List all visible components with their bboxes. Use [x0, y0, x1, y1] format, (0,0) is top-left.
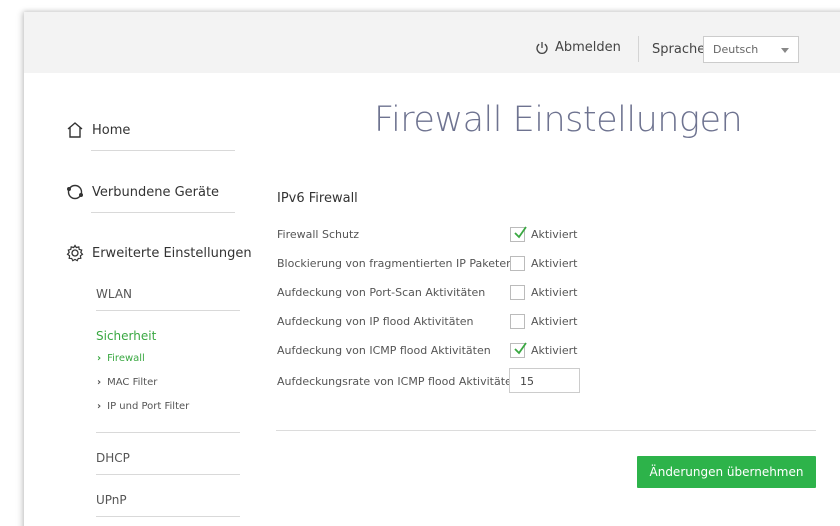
- sidebar-item-label: Home: [92, 122, 131, 138]
- section-title: IPv6 Firewall: [277, 191, 358, 206]
- setting-label: Aufdeckung von IP flood Aktivitäten: [277, 315, 474, 328]
- language-label: Sprache: [652, 42, 706, 57]
- sidebar-divider: [91, 212, 235, 213]
- icmp-rate-label: Aufdeckungsrate von ICMP flood Aktivität…: [277, 375, 519, 388]
- language-select[interactable]: Deutsch: [703, 36, 799, 63]
- checkbox-state-label: Aktiviert: [531, 228, 578, 241]
- chevron-right-icon: ›: [97, 401, 102, 412]
- setting-label: Firewall Schutz: [277, 228, 360, 241]
- sidebar-item-mac-filter[interactable]: › MAC Filter: [97, 377, 157, 388]
- power-icon: [536, 41, 548, 54]
- logout-label: Abmelden: [555, 40, 621, 55]
- checkbox-state-label: Aktiviert: [531, 315, 578, 328]
- checkbox-state-label: Aktiviert: [531, 257, 578, 270]
- gear-icon: [66, 244, 84, 262]
- sidebar-item-dhcp[interactable]: DHCP: [96, 451, 130, 465]
- setting-checkbox[interactable]: [510, 285, 525, 300]
- sidebar-divider: [91, 150, 235, 151]
- checkmark-icon: [514, 342, 527, 355]
- icmp-rate-input[interactable]: 15: [509, 368, 580, 393]
- sidebar-divider: [96, 516, 240, 517]
- chevron-right-icon: ›: [97, 353, 102, 364]
- checkmark-icon: [514, 226, 527, 239]
- content-divider: [276, 430, 816, 431]
- sidebar-item-ip-port-filter[interactable]: › IP und Port Filter: [97, 401, 189, 412]
- chevron-right-icon: ›: [97, 377, 102, 388]
- sidebar-item-label: Erweiterte Einstellungen: [92, 245, 252, 261]
- chevron-down-icon: [781, 48, 789, 53]
- language-value: Deutsch: [713, 43, 759, 56]
- sidebar-item-label: MAC Filter: [107, 377, 158, 388]
- sidebar-divider: [96, 432, 240, 433]
- sidebar-item-advanced-settings[interactable]: Erweiterte Einstellungen: [66, 244, 252, 262]
- sidebar-item-security[interactable]: Sicherheit: [96, 329, 156, 343]
- sidebar-item-wlan[interactable]: WLAN: [96, 287, 132, 301]
- setting-checkbox[interactable]: [510, 226, 527, 242]
- sidebar-item-firewall[interactable]: › Firewall: [97, 353, 145, 364]
- checkbox-state-label: Aktiviert: [531, 286, 578, 299]
- sidebar-item-label: Verbundene Geräte: [92, 184, 220, 200]
- header-divider: [638, 36, 639, 62]
- home-icon: [67, 122, 83, 138]
- logout-button[interactable]: Abmelden: [535, 40, 621, 55]
- sidebar-item-label: IP und Port Filter: [107, 401, 190, 412]
- setting-checkbox[interactable]: [510, 342, 527, 358]
- setting-checkbox[interactable]: [510, 314, 525, 329]
- sidebar-divider: [96, 310, 240, 311]
- sidebar-item-home[interactable]: Home: [66, 121, 130, 139]
- sidebar-divider: [96, 474, 240, 475]
- sidebar-item-upnp[interactable]: UPnP: [96, 493, 127, 507]
- sidebar-item-devices[interactable]: Verbundene Geräte: [66, 183, 219, 201]
- page-title: Firewall Einstellungen: [374, 100, 743, 140]
- connected-devices-icon: [67, 184, 83, 200]
- sidebar-item-label: Firewall: [107, 353, 145, 364]
- checkbox-state-label: Aktiviert: [531, 344, 578, 357]
- setting-checkbox[interactable]: [510, 256, 525, 271]
- setting-label: Aufdeckung von ICMP flood Aktivitäten: [277, 344, 491, 357]
- setting-label: Blockierung von fragmentierten IP Pakete…: [277, 257, 514, 270]
- apply-changes-button[interactable]: Änderungen übernehmen: [637, 456, 816, 488]
- setting-label: Aufdeckung von Port-Scan Aktivitäten: [277, 286, 486, 299]
